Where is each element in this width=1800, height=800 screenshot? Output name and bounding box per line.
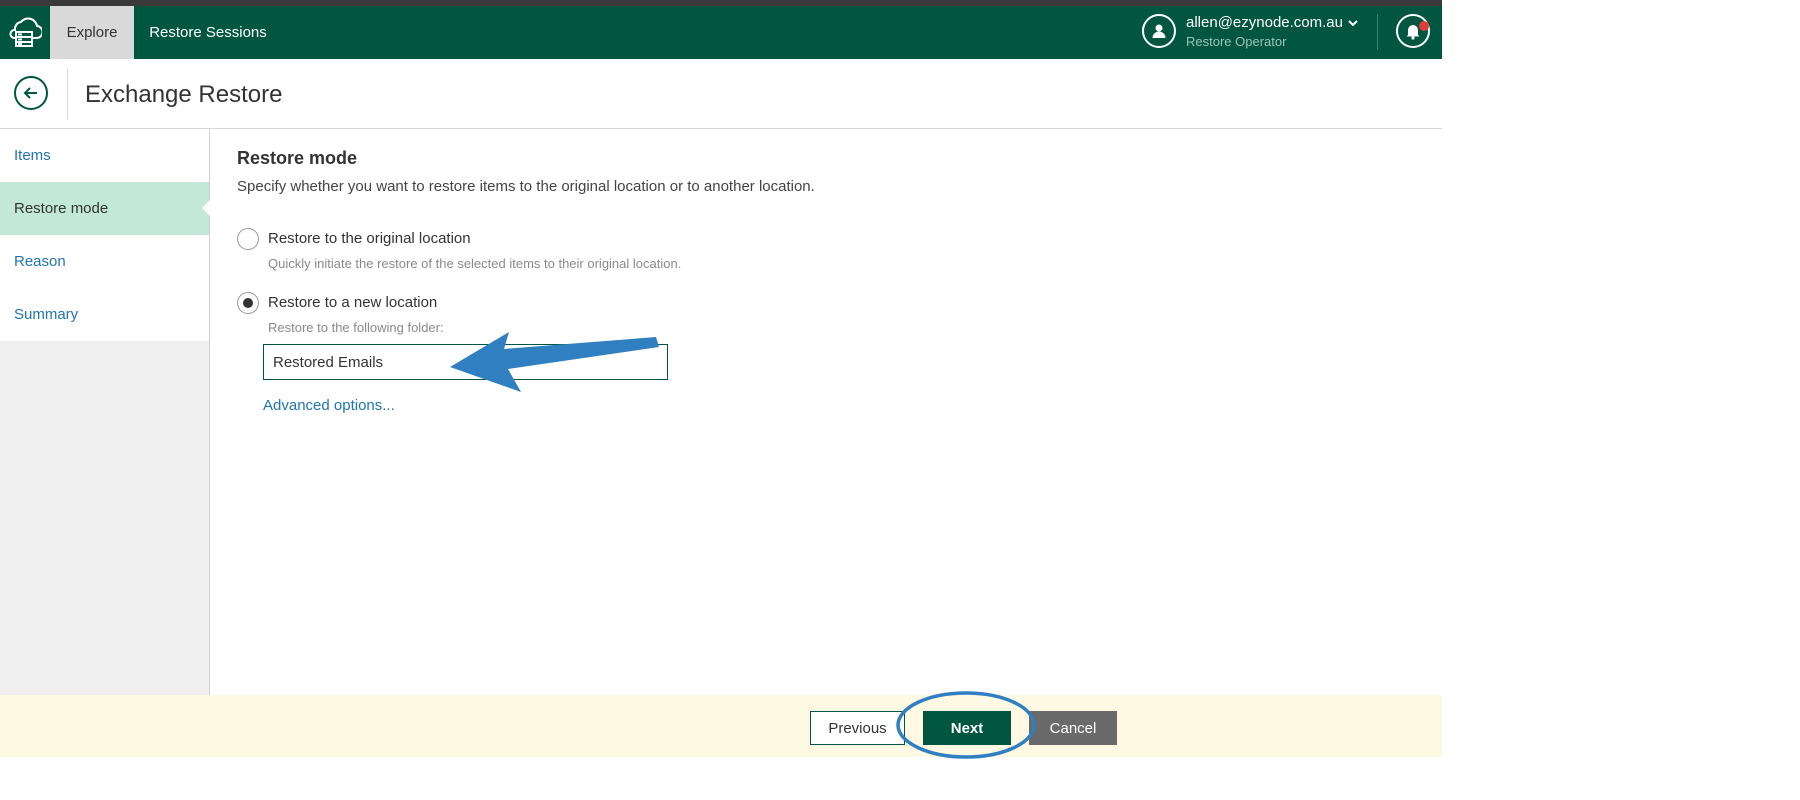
main-content: Restore mode Specify whether you want to… xyxy=(210,129,1442,695)
header-divider xyxy=(1377,14,1378,50)
sidebar-item-reason[interactable]: Reason xyxy=(0,235,209,288)
tab-restore-sessions[interactable]: Restore Sessions xyxy=(134,6,282,59)
radio-new-location[interactable] xyxy=(237,292,259,314)
next-button[interactable]: Next xyxy=(923,711,1011,745)
page-title: Exchange Restore xyxy=(85,81,283,108)
title-divider xyxy=(67,69,68,119)
radio-original-location-label[interactable]: Restore to the original location xyxy=(268,230,471,247)
folder-input[interactable] xyxy=(263,344,668,380)
cancel-button[interactable]: Cancel xyxy=(1029,711,1117,745)
sidebar-item-summary[interactable]: Summary xyxy=(0,288,209,341)
sidebar-item-restore-mode[interactable]: Restore mode xyxy=(0,182,210,235)
app-window: Explore Restore Sessions allen@ezynode.c… xyxy=(0,0,1442,800)
user-role: Restore Operator xyxy=(1186,34,1287,49)
folder-field-label: Restore to the following folder: xyxy=(268,320,444,335)
section-description: Specify whether you want to restore item… xyxy=(237,178,815,195)
bell-icon[interactable] xyxy=(1396,14,1430,48)
wizard-footer: Previous Next Cancel xyxy=(0,695,1442,757)
previous-button[interactable]: Previous xyxy=(810,711,905,745)
top-navigation-bar: Explore Restore Sessions allen@ezynode.c… xyxy=(0,6,1442,59)
page-header: Exchange Restore xyxy=(0,59,1442,129)
cloud-server-logo-icon[interactable] xyxy=(0,6,48,59)
notification-badge xyxy=(1419,21,1429,31)
sidebar-item-items[interactable]: Items xyxy=(0,129,209,182)
tab-explore[interactable]: Explore xyxy=(50,6,134,59)
user-icon[interactable] xyxy=(1142,14,1176,48)
radio-new-location-label[interactable]: Restore to a new location xyxy=(268,294,437,311)
radio-original-location-hint: Quickly initiate the restore of the sele… xyxy=(268,256,682,271)
radio-original-location[interactable] xyxy=(237,228,259,250)
advanced-options-link[interactable]: Advanced options... xyxy=(263,397,395,414)
wizard-steps: Items Restore mode Reason Summary xyxy=(0,129,210,341)
section-title: Restore mode xyxy=(237,148,358,168)
wizard-sidebar: Items Restore mode Reason Summary xyxy=(0,129,210,695)
chevron-down-icon[interactable] xyxy=(1346,16,1360,30)
user-email[interactable]: allen@ezynode.com.au xyxy=(1186,14,1343,31)
back-arrow-icon[interactable] xyxy=(14,76,48,110)
